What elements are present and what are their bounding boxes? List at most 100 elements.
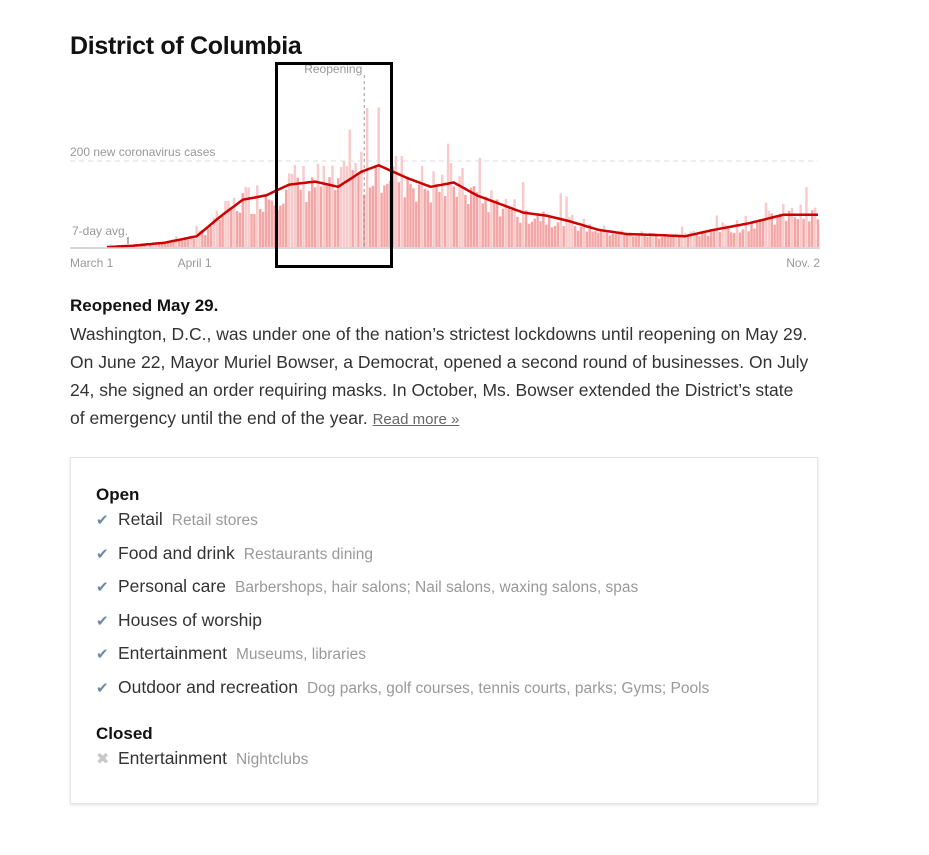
bar bbox=[550, 227, 554, 247]
summary-body: Washington, D.C., was under one of the n… bbox=[70, 320, 810, 434]
bar bbox=[602, 225, 606, 247]
bar bbox=[813, 207, 817, 247]
bar bbox=[282, 203, 285, 247]
bar bbox=[258, 209, 262, 247]
item-description: Nightclubs bbox=[235, 751, 309, 768]
bar bbox=[631, 236, 635, 247]
read-more-link[interactable]: Read more » bbox=[373, 411, 460, 428]
bar bbox=[215, 210, 219, 247]
reopening-label: Reopening bbox=[304, 62, 362, 76]
bar bbox=[643, 234, 646, 247]
bar bbox=[646, 237, 649, 247]
bar bbox=[744, 215, 747, 247]
bar bbox=[296, 177, 299, 247]
bar bbox=[698, 236, 701, 247]
bar bbox=[478, 157, 482, 247]
bar bbox=[380, 192, 383, 247]
bar bbox=[264, 195, 268, 247]
open-item: ✔ Houses of worship bbox=[96, 610, 817, 644]
bar bbox=[767, 210, 771, 247]
bar bbox=[712, 229, 716, 247]
bar bbox=[455, 196, 458, 247]
bar bbox=[796, 219, 799, 247]
bar bbox=[328, 177, 331, 247]
bar bbox=[299, 189, 302, 247]
item-name: Entertainment bbox=[118, 643, 227, 663]
bar bbox=[495, 199, 499, 247]
bar bbox=[469, 187, 473, 247]
open-item: ✔ Outdoor and recreation Dog parks, golf c… bbox=[96, 677, 817, 711]
bar bbox=[779, 213, 782, 247]
bar bbox=[787, 210, 791, 247]
bar bbox=[571, 214, 574, 247]
item-description: Barbershops, hair salons; Nail salons, w… bbox=[234, 579, 639, 596]
bar bbox=[322, 165, 325, 247]
bar bbox=[186, 239, 190, 247]
bar bbox=[415, 201, 418, 247]
bar bbox=[784, 220, 788, 247]
bar bbox=[764, 202, 768, 247]
check-icon: ✔ bbox=[96, 646, 109, 663]
bar bbox=[611, 233, 615, 247]
open-item: ✔ Retail Retail stores bbox=[96, 509, 817, 543]
bar bbox=[533, 218, 536, 247]
check-icon: ✔ bbox=[96, 512, 109, 529]
bar bbox=[256, 185, 259, 247]
bar bbox=[756, 221, 759, 247]
bar-series bbox=[108, 107, 820, 247]
bar bbox=[305, 202, 308, 247]
bar bbox=[654, 235, 658, 247]
bar bbox=[310, 177, 314, 247]
bar bbox=[227, 200, 230, 247]
bar bbox=[316, 163, 320, 247]
bar bbox=[634, 236, 638, 247]
bar bbox=[663, 235, 667, 247]
bar bbox=[507, 208, 510, 247]
bar bbox=[224, 200, 227, 247]
open-item: ✔ Entertainment Museums, libraries bbox=[96, 643, 817, 677]
bar bbox=[206, 228, 210, 247]
bar bbox=[357, 173, 360, 247]
bar bbox=[553, 225, 557, 247]
bar bbox=[461, 167, 464, 247]
bar bbox=[709, 231, 713, 247]
bar bbox=[475, 192, 479, 247]
bar bbox=[331, 165, 334, 247]
bar bbox=[637, 235, 641, 247]
bar bbox=[166, 243, 169, 247]
bar bbox=[391, 166, 395, 247]
bar bbox=[209, 225, 213, 247]
bar bbox=[244, 186, 247, 247]
avg-label: 7-day avg. bbox=[72, 224, 128, 238]
bar bbox=[594, 231, 597, 247]
bar bbox=[302, 165, 305, 247]
bar bbox=[605, 232, 609, 247]
bar bbox=[417, 184, 421, 247]
closed-group: Closed ✖ Entertainment Nightclubs bbox=[96, 724, 817, 782]
bar bbox=[545, 224, 548, 247]
bar bbox=[701, 231, 704, 247]
bar bbox=[617, 233, 620, 247]
bar bbox=[204, 235, 207, 247]
bar bbox=[351, 169, 354, 247]
bar bbox=[345, 165, 349, 247]
bar bbox=[443, 196, 447, 247]
item-name: Retail bbox=[118, 509, 163, 529]
bar bbox=[435, 184, 438, 247]
bar bbox=[591, 231, 594, 247]
bar bbox=[536, 213, 539, 247]
bar bbox=[805, 187, 808, 247]
open-list: ✔ Retail Retail stores ✔ Food and drink Resta… bbox=[96, 509, 817, 710]
item-name: Food and drink bbox=[118, 542, 235, 563]
bar bbox=[365, 108, 369, 247]
bar bbox=[660, 237, 664, 247]
bar bbox=[730, 232, 733, 247]
bar bbox=[218, 220, 221, 247]
bar bbox=[524, 210, 528, 247]
bar bbox=[721, 222, 724, 247]
bar bbox=[308, 191, 311, 247]
bar bbox=[313, 187, 317, 247]
bar bbox=[727, 228, 730, 247]
bar bbox=[452, 186, 456, 247]
bar bbox=[672, 235, 675, 247]
